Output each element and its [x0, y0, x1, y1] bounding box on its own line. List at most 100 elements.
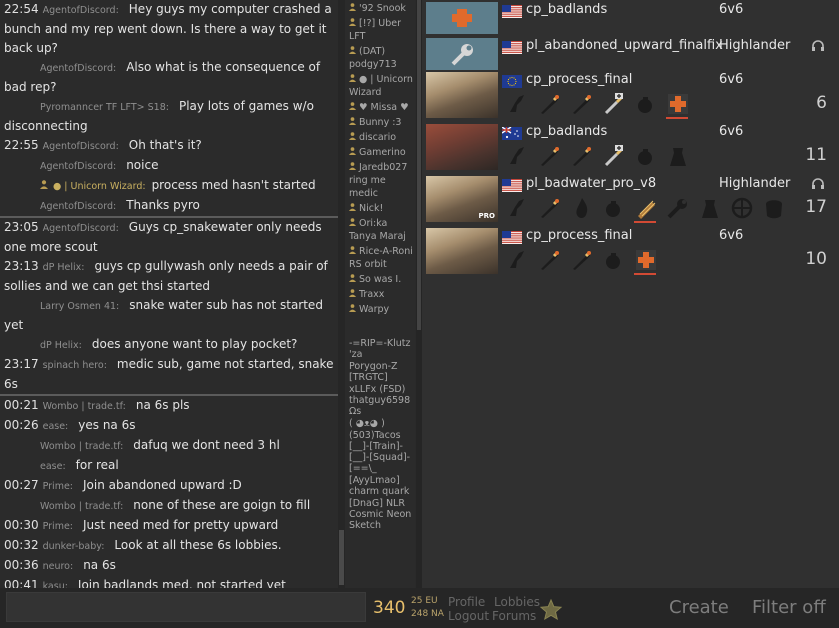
- chat-author[interactable]: Larry Osmen 41:: [40, 301, 119, 312]
- class-slot[interactable]: [506, 92, 530, 116]
- lobby-map-name[interactable]: cp_badlands: [526, 124, 607, 139]
- class-slot[interactable]: [602, 144, 626, 168]
- class-slot[interactable]: [698, 196, 722, 220]
- user-list-item[interactable]: So was I.: [345, 273, 415, 286]
- lobby-map-name[interactable]: cp_badlands: [526, 2, 607, 17]
- chat-author[interactable]: Prime:: [43, 481, 73, 492]
- class-slot[interactable]: [506, 144, 530, 168]
- class-slot[interactable]: [538, 248, 562, 272]
- filter-button[interactable]: Filter off: [738, 597, 830, 618]
- user-list-item[interactable]: ♥ Missa ♥: [345, 101, 415, 114]
- class-slot[interactable]: [730, 196, 754, 220]
- chat-author[interactable]: dunker-baby:: [43, 541, 105, 552]
- chat-author[interactable]: Prime:: [43, 521, 73, 532]
- chat-author[interactable]: Pyromanncer TF LFT> S18:: [40, 102, 169, 113]
- class-slot[interactable]: [602, 92, 626, 116]
- class-slot[interactable]: [570, 144, 594, 168]
- lobbies-link[interactable]: Lobbies: [494, 595, 540, 609]
- user-list-item[interactable]: (503)Tacos [__]-[Train]- [__]-[Squad]- […: [345, 430, 415, 474]
- class-slot[interactable]: [506, 196, 530, 220]
- star-icon[interactable]: [539, 598, 563, 622]
- logout-link[interactable]: Logout: [448, 609, 489, 623]
- user-list-item[interactable]: Traxx: [345, 288, 415, 301]
- chat-author[interactable]: AgentofDiscord:: [40, 161, 116, 172]
- user-list-item[interactable]: '92 Snook: [345, 2, 415, 15]
- class-slot[interactable]: [634, 144, 658, 168]
- chat-author[interactable]: AgentofDiscord:: [40, 201, 116, 212]
- class-slot[interactable]: [666, 196, 690, 220]
- user-list-item[interactable]: Jaredb027 ring me medic: [345, 161, 415, 200]
- lobby-map-name[interactable]: cp_process_final: [526, 72, 632, 87]
- chat-scrollbar[interactable]: [338, 0, 345, 588]
- lobby-row[interactable]: cp_badlands 6v6 11: [426, 122, 839, 172]
- user-list-item[interactable]: (DAT) podgy713: [345, 45, 415, 71]
- user-list-item[interactable]: [DnaG] NLR Cosmic Neon Sketch: [345, 498, 415, 531]
- chat-author[interactable]: ● | Unicorn Wizard:: [53, 181, 146, 192]
- user-name: (DAT) podgy713: [349, 46, 397, 70]
- lobby-row[interactable]: PRO pl_badwater_pro_v8 Highlander 17: [426, 174, 839, 224]
- user-list-item[interactable]: -=RIP=-Klutz 'za: [345, 338, 415, 360]
- create-button[interactable]: Create: [655, 597, 733, 618]
- chat-author[interactable]: Wombo | trade.tf:: [43, 401, 126, 412]
- chat-author[interactable]: AgentofDiscord:: [40, 63, 116, 74]
- user-list-item[interactable]: [AyyLmao] charm quark: [345, 475, 415, 497]
- map-thumbnail[interactable]: PRO: [426, 176, 498, 222]
- class-slot[interactable]: [506, 248, 530, 272]
- class-slot[interactable]: [570, 92, 594, 116]
- chat-author[interactable]: dP Helix:: [40, 340, 82, 351]
- user-list-item[interactable]: Ori:ka Tanya Maraj: [345, 217, 415, 243]
- lobby-row[interactable]: cp_process_final 6v6 10: [426, 226, 839, 276]
- user-list-scrollbar-thumb[interactable]: [417, 0, 421, 330]
- map-thumbnail[interactable]: [426, 2, 498, 34]
- chat-author[interactable]: kasu:: [43, 581, 68, 588]
- map-thumbnail[interactable]: [426, 228, 498, 274]
- profile-link[interactable]: Profile: [448, 595, 485, 609]
- chat-author[interactable]: Wombo | trade.tf:: [40, 501, 123, 512]
- class-slot[interactable]: [634, 196, 658, 223]
- user-list-item[interactable]: Rice-A-Roni RS orbit: [345, 245, 415, 271]
- map-thumbnail[interactable]: [426, 124, 498, 170]
- class-slot[interactable]: [602, 248, 626, 272]
- class-slot[interactable]: [538, 144, 562, 168]
- chat-author[interactable]: ease:: [40, 461, 66, 472]
- class-slot[interactable]: [634, 248, 658, 275]
- user-list-item[interactable]: Warpy: [345, 303, 415, 316]
- user-list-item[interactable]: [!?] Uber LFT: [345, 17, 415, 43]
- class-slot[interactable]: [666, 144, 690, 168]
- chat-author[interactable]: Wombo | trade.tf:: [40, 441, 123, 452]
- chat-author[interactable]: AgentofDiscord:: [43, 141, 119, 152]
- map-thumbnail[interactable]: [426, 38, 498, 70]
- class-slot[interactable]: [538, 92, 562, 116]
- chat-input[interactable]: [6, 592, 366, 622]
- chat-author[interactable]: dP Helix:: [43, 262, 85, 273]
- lobby-map-name[interactable]: pl_abandoned_upward_finalfix: [526, 38, 723, 53]
- class-slot[interactable]: [570, 196, 594, 220]
- user-list-item[interactable]: Nick!: [345, 202, 415, 215]
- chat-text: noice: [126, 158, 159, 172]
- user-list-item[interactable]: Porygon-Z [TRGTC]: [345, 361, 415, 383]
- class-slot[interactable]: [570, 248, 594, 272]
- user-list-item[interactable]: discario: [345, 131, 415, 144]
- chat-author[interactable]: neuro:: [43, 561, 74, 572]
- class-slot[interactable]: [634, 92, 658, 116]
- class-slot[interactable]: [602, 196, 626, 220]
- forums-link[interactable]: Forums: [492, 609, 536, 623]
- chat-message: AgentofDiscord: Thanks pyro: [0, 196, 338, 216]
- class-slot[interactable]: [666, 92, 690, 119]
- lobby-map-name[interactable]: pl_badwater_pro_v8: [526, 176, 656, 191]
- user-list-item[interactable]: xLLFx (FSD) thatguy6598 Ωs: [345, 384, 415, 417]
- lobby-row[interactable]: cp_process_final 6v6 6: [426, 70, 839, 120]
- map-thumbnail[interactable]: [426, 72, 498, 118]
- user-list-item[interactable]: ( ◕ᴥ◕ ): [345, 418, 415, 429]
- user-list-item[interactable]: ● | Unicorn Wizard: [345, 73, 415, 99]
- chat-scrollbar-thumb[interactable]: [339, 530, 344, 585]
- user-list-item[interactable]: Gamerino: [345, 146, 415, 159]
- chat-author[interactable]: spinach hero:: [43, 360, 107, 371]
- chat-author[interactable]: AgentofDiscord:: [43, 223, 119, 234]
- chat-author[interactable]: ease:: [43, 421, 69, 432]
- chat-author[interactable]: AgentofDiscord:: [43, 5, 119, 16]
- lobby-map-name[interactable]: cp_process_final: [526, 228, 632, 243]
- user-list-item[interactable]: Bunny :3: [345, 116, 415, 129]
- class-slot[interactable]: [538, 196, 562, 220]
- class-slot[interactable]: [762, 196, 786, 220]
